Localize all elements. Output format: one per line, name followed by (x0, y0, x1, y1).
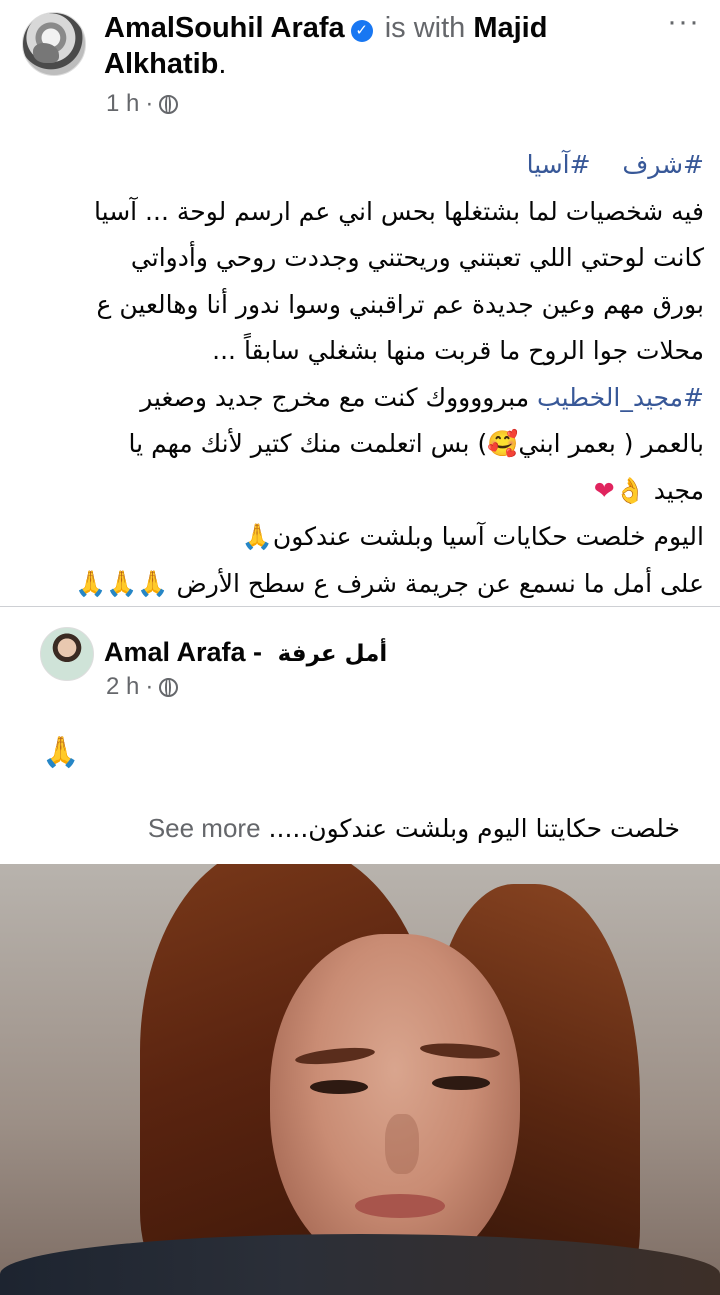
post-line-text: ) بس اتعلمت منك كتير لأنك مهم يا (128, 429, 488, 458)
shared-post[interactable]: Amal Arafa - أمل عرفة 2 h · 🙏 See more خ… (0, 606, 720, 864)
post-photo[interactable] (0, 864, 720, 1295)
meta-separator: · (145, 673, 154, 700)
post-line: بورق مهم وعين جديدة عم تراقبني وسوا ندور… (96, 289, 704, 319)
shared-post-time[interactable]: 2 h (106, 673, 139, 701)
see-more-link[interactable]: See more (148, 813, 261, 844)
post-line: فيه شخصيات لما بشتغلها بحس اني عم ارسم ل… (94, 196, 704, 226)
tagged-name-second[interactable]: Alkhatib (104, 48, 218, 80)
smiling-face-hearts-icon: 🥰 (487, 429, 519, 458)
photo-eye (432, 1076, 490, 1090)
hashtag-link[interactable]: #آسيا (527, 150, 591, 179)
photo-eye (310, 1080, 368, 1094)
post-header: AmalSouhil Arafa ✓ is with Majid Alkhatib… (0, 0, 720, 130)
praying-hands-icon: 🙏 (241, 522, 273, 551)
shared-text-content: خلصت حكايتنا اليوم وبلشت عندكون..... (268, 814, 680, 843)
author-line: AmalSouhil Arafa ✓ is with Majid Alkhatib… (104, 12, 548, 80)
author-name[interactable]: AmalSouhil Arafa (104, 12, 345, 44)
hashtag-link[interactable]: #مجيد_الخطيب (537, 383, 704, 412)
tagged-name-first[interactable]: Majid (473, 12, 547, 44)
post-line-text: بالعمر ( بعمر ابني (518, 429, 704, 458)
meta-separator: · (145, 90, 154, 117)
author-avatar[interactable] (22, 12, 86, 76)
globe-icon[interactable] (159, 94, 179, 114)
post-line-text: اليوم خلصت حكايات آسيا وبلشت عندكون (272, 522, 704, 551)
hashtag-link[interactable]: #شرف (622, 150, 704, 179)
photo-nose (385, 1114, 419, 1174)
globe-icon[interactable] (159, 677, 179, 697)
shared-author-name[interactable]: Amal Arafa - (104, 637, 262, 667)
shared-text: See more خلصت حكايتنا اليوم وبلشت عندكون… (100, 813, 680, 844)
post-line-hashtags: #شرف #آسيا (18, 142, 704, 189)
post-line: كانت لوحتي اللي تعبتني وريحتني وجددت روح… (130, 243, 704, 272)
heart-icon: ❤ (593, 475, 615, 505)
post-text: #شرف #آسيا فيه شخصيات لما بشتغلها بحس ان… (18, 142, 704, 607)
verified-badge-icon: ✓ (350, 20, 373, 42)
post-line: اليوم خلصت حكايات آسيا وبلشت عندكون🙏 (18, 514, 704, 561)
post-line: بالعمر ( بعمر ابني🥰) بس اتعلمت منك كتير … (18, 421, 704, 468)
shared-meta: 2 h · (106, 673, 179, 701)
shared-author-avatar[interactable] (40, 627, 94, 681)
photo-lips (355, 1194, 445, 1218)
shared-author-line: Amal Arafa - أمل عرفة (104, 635, 387, 671)
post-line: محلات جوا الروح ما قربت منها بشغلي سابقا… (212, 336, 704, 365)
praying-hands-icon: 🙏🙏🙏 (75, 568, 169, 598)
ok-hand-icon: 👌 (614, 475, 646, 505)
post-line: #مجيد_الخطيب مبرووووك كنت مع مخرج جديد و… (18, 375, 704, 422)
more-options-icon[interactable]: ··· (667, 7, 700, 37)
shared-author-name-ar[interactable]: أمل عرفة (278, 641, 388, 667)
post-line: مجيد 👌❤ (18, 468, 704, 515)
praying-hands-icon: 🙏 (42, 736, 80, 769)
post-line-text: مجيد (653, 475, 704, 505)
post-meta: 1 h · (106, 90, 179, 118)
post-time[interactable]: 1 h (106, 90, 139, 118)
post-line: على أمل ما نسمع عن جريمة شرف ع سطح الأرض… (18, 561, 704, 608)
post-line-text: مبرووووك كنت مع مخرج جديد وصغير (140, 382, 538, 412)
with-text: is with (384, 12, 466, 44)
post-line-text: على أمل ما نسمع عن جريمة شرف ع سطح الأرض (176, 568, 704, 598)
photo-face (270, 934, 520, 1274)
